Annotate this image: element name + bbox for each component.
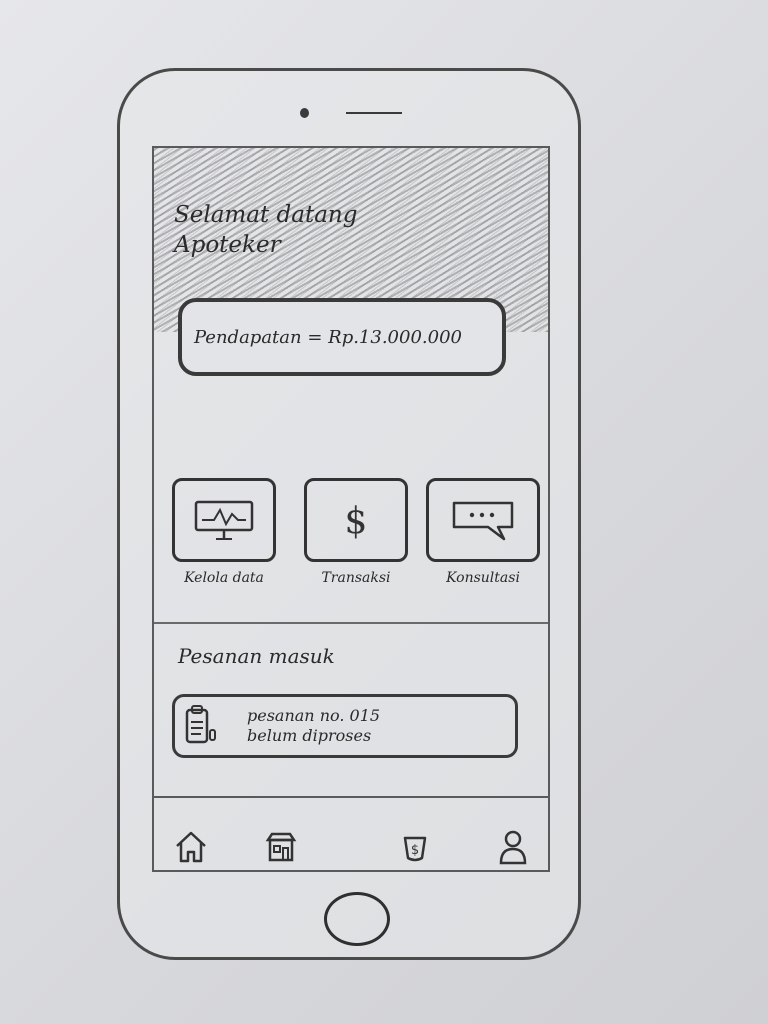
nav-item-finance[interactable]: $	[398, 830, 432, 864]
monitor-chart-icon	[194, 500, 254, 540]
dollar-icon: $	[345, 501, 368, 542]
svg-text:$: $	[411, 843, 419, 858]
menu-item-konsultasi[interactable]: Konsultasi	[426, 478, 540, 586]
chat-bubble-icon	[452, 501, 514, 541]
income-card[interactable]: Pendapatan = Rp.13.000.000	[178, 298, 506, 376]
nav-item-home[interactable]	[174, 830, 208, 864]
svg-text:$: $	[345, 501, 368, 542]
konsultasi-button[interactable]	[426, 478, 540, 562]
nav-item-store[interactable]	[264, 830, 298, 864]
greeting-line-2: Apoteker	[174, 232, 281, 258]
speaker-grille	[346, 112, 402, 114]
bottom-navigation: $	[154, 796, 548, 870]
order-text: pesanan no. 015 belum diproses	[247, 706, 380, 746]
order-list-item[interactable]: pesanan no. 015 belum diproses	[172, 694, 518, 758]
kelola-data-button[interactable]	[172, 478, 276, 562]
transaksi-label: Transaksi	[321, 570, 391, 586]
orders-section-title: Pesanan masuk	[178, 644, 335, 668]
order-number: pesanan no. 015	[247, 706, 381, 725]
phone-home-button[interactable]	[324, 892, 390, 946]
kelola-data-label: Kelola data	[184, 570, 264, 586]
order-status: belum diproses	[247, 726, 372, 745]
menu-item-transaksi[interactable]: $ Transaksi	[304, 478, 408, 586]
store-icon	[265, 832, 297, 862]
home-icon	[176, 831, 206, 863]
income-text: Pendapatan = Rp.13.000.000	[194, 326, 462, 348]
menu-item-kelola-data[interactable]: Kelola data	[172, 478, 276, 586]
section-divider	[154, 622, 548, 624]
main-menu: Kelola data $ Transaksi Konsultasi	[172, 478, 542, 598]
money-bag-icon: $	[403, 836, 427, 862]
user-icon	[499, 830, 527, 865]
nav-item-profile[interactable]	[496, 830, 530, 865]
greeting-line-1: Selamat datang	[174, 202, 358, 228]
camera-icon	[300, 108, 309, 118]
transaksi-button[interactable]: $	[304, 478, 408, 562]
greeting-title: Selamat datang Apoteker	[174, 200, 357, 260]
konsultasi-label: Konsultasi	[446, 570, 520, 586]
clipboard-icon	[185, 705, 216, 744]
app-screen: Selamat datang Apoteker Pendapatan = Rp.…	[152, 146, 550, 872]
